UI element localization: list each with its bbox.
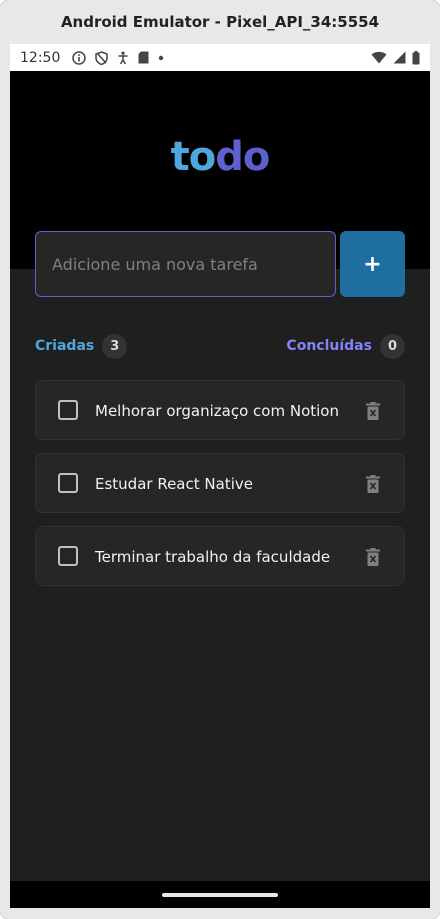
battery-icon (412, 50, 420, 65)
cell-signal-icon (393, 51, 406, 64)
task-item: Melhorar organizaço com Notion (35, 380, 405, 440)
task-checkbox[interactable] (58, 400, 78, 420)
dot-icon (158, 55, 164, 61)
status-bar: 12:50 (10, 44, 430, 71)
emulator-window: Android Emulator - Pixel_API_34:5554 12:… (0, 0, 440, 919)
task-counters: Criadas 3 Concluídas 0 (35, 333, 405, 359)
gesture-handle[interactable] (162, 893, 278, 897)
logo-to: to (170, 134, 217, 180)
status-icons-right (371, 50, 420, 65)
task-checkbox[interactable] (58, 546, 78, 566)
add-task-button[interactable]: + (340, 231, 405, 297)
done-counter: Concluídas 0 (286, 333, 405, 359)
window-title: Android Emulator - Pixel_API_34:5554 (60, 13, 380, 31)
info-icon (72, 50, 87, 65)
shield-icon (95, 50, 109, 65)
created-label: Criadas (35, 338, 95, 354)
new-task-input[interactable] (35, 231, 336, 297)
sd-card-icon (138, 51, 149, 64)
task-text: Terminar trabalho da faculdade (95, 548, 331, 566)
device-screen: 12:50 todo Adicione uma nova tarefa + Cr… (10, 44, 430, 908)
done-count-badge: 0 (379, 333, 405, 359)
app-logo: todo (10, 134, 430, 180)
task-text: Estudar React Native (95, 475, 253, 493)
created-count-badge: 3 (102, 333, 128, 359)
navigation-bar (10, 881, 430, 908)
task-item: Terminar trabalho da faculdade (35, 526, 405, 586)
done-label: Concluídas (286, 338, 372, 354)
status-icons-left (72, 50, 164, 65)
task-checkbox[interactable] (58, 473, 78, 493)
logo-do: do (215, 134, 270, 180)
task-item: Estudar React Native (35, 453, 405, 513)
trash-icon[interactable] (366, 548, 380, 566)
wifi-icon (371, 51, 387, 64)
trash-icon[interactable] (366, 402, 380, 420)
trash-icon[interactable] (366, 475, 380, 493)
created-counter: Criadas 3 (35, 333, 128, 359)
task-list: Melhorar organizaço com Notion Estudar R… (35, 380, 405, 599)
status-time: 12:50 (20, 49, 61, 66)
new-task-row: + (35, 231, 405, 297)
accessibility-icon (117, 51, 129, 65)
task-text: Melhorar organizaço com Notion (95, 402, 339, 420)
